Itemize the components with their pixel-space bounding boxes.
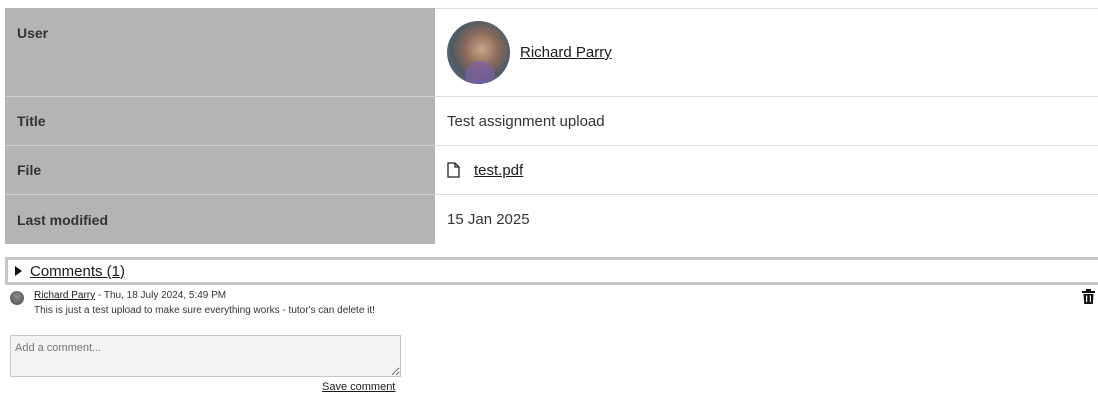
user-row: User Richard Parry bbox=[5, 8, 1098, 97]
comment-header: Richard Parry - Thu, 18 July 2024, 5:49 … bbox=[34, 290, 226, 301]
title-value: Test assignment upload bbox=[435, 97, 1098, 146]
modified-value: 15 Jan 2025 bbox=[447, 211, 530, 228]
title-label: Title bbox=[5, 97, 435, 146]
modified-label: Last modified bbox=[5, 195, 435, 244]
file-label: File bbox=[5, 146, 435, 195]
save-comment-link[interactable]: Save comment bbox=[322, 381, 395, 393]
file-link[interactable]: test.pdf bbox=[474, 162, 523, 179]
user-avatar[interactable] bbox=[447, 21, 510, 84]
file-row: File test.pdf bbox=[5, 146, 1098, 195]
user-value: Richard Parry bbox=[435, 8, 1098, 97]
user-label: User bbox=[5, 8, 435, 97]
caret-right-icon bbox=[15, 266, 22, 276]
comment-input[interactable] bbox=[10, 335, 401, 377]
comments-toggle-link[interactable]: Comments (1) bbox=[30, 263, 125, 280]
submission-details-table: User Richard Parry Title Test assignment… bbox=[5, 8, 1098, 244]
comments-toggle[interactable]: Comments (1) bbox=[5, 257, 1098, 285]
title-row: Title Test assignment upload bbox=[5, 97, 1098, 146]
file-value: test.pdf bbox=[435, 146, 1098, 195]
user-name-link[interactable]: Richard Parry bbox=[520, 44, 612, 61]
comment-avatar bbox=[10, 291, 24, 305]
trash-icon[interactable] bbox=[1082, 289, 1095, 304]
comment-date: - Thu, 18 July 2024, 5:49 PM bbox=[95, 290, 227, 301]
comment-author-link[interactable]: Richard Parry bbox=[34, 290, 95, 301]
comment-text: This is just a test upload to make sure … bbox=[34, 305, 375, 316]
modified-row: Last modified 15 Jan 2025 bbox=[5, 195, 1098, 244]
file-icon bbox=[447, 162, 460, 178]
